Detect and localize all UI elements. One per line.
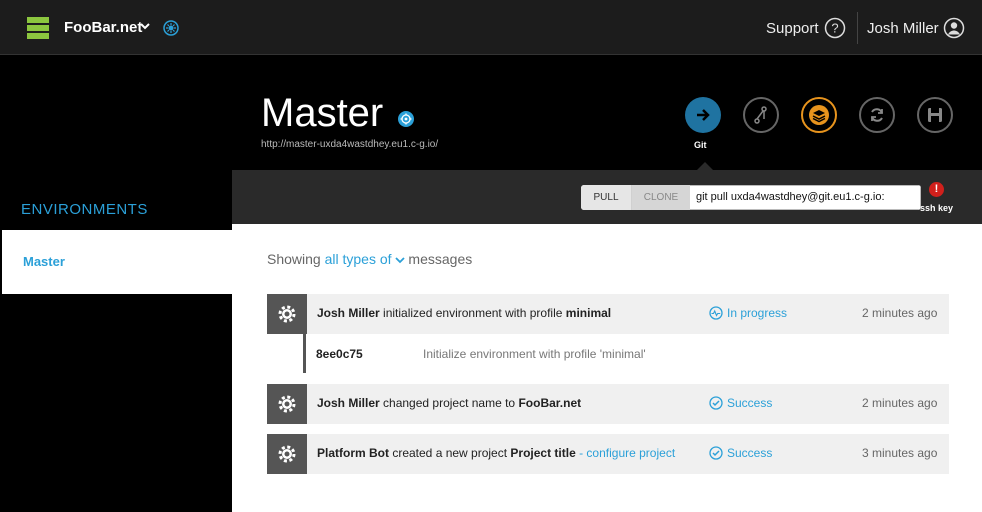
activity-filter: Showing all types of messages: [267, 251, 472, 267]
divider: [857, 12, 858, 44]
commit-row[interactable]: 8ee0c75 Initialize environment with prof…: [303, 334, 949, 373]
status-badge[interactable]: Success: [709, 396, 772, 410]
timestamp: 3 minutes ago: [862, 446, 938, 460]
list-item[interactable]: Platform Bot created a new project Proje…: [267, 434, 949, 474]
activity-actor: Josh Miller: [317, 396, 380, 410]
layers-icon: [809, 105, 829, 125]
git-button[interactable]: [685, 97, 721, 133]
page-title: Master: [261, 91, 384, 135]
save-icon: [928, 108, 942, 122]
environment-url[interactable]: http://master-uxda4wastdhey.eu1.c-g.io/: [261, 139, 438, 150]
activity-text: Josh Miller changed project name to FooB…: [317, 396, 581, 410]
activity-action: changed project name to: [379, 396, 519, 410]
ssh-key-link[interactable]: ssh key: [920, 203, 953, 213]
activity-icon: [267, 294, 307, 334]
timestamp: 2 minutes ago: [862, 396, 938, 410]
sidebar-item-master[interactable]: Master: [2, 230, 232, 294]
activity-object: minimal: [565, 306, 612, 320]
showing-prefix: Showing: [267, 251, 321, 267]
activity-text: Josh Miller initialized environment with…: [317, 306, 611, 320]
help-icon[interactable]: ?: [824, 17, 846, 39]
check-circle-icon: [709, 396, 723, 410]
pulse-icon: [709, 306, 723, 320]
configure-project-link[interactable]: - configure project: [576, 446, 675, 460]
activity-action: created a new project: [389, 446, 511, 460]
chevron-down-icon[interactable]: [139, 20, 151, 32]
tab-pull[interactable]: PULL: [581, 185, 632, 210]
tab-pointer: [697, 162, 713, 170]
branch-icon: [754, 106, 767, 124]
branch-button[interactable]: [743, 97, 779, 133]
list-item[interactable]: Josh Miller changed project name to FooB…: [267, 384, 949, 424]
activity-icon: [267, 384, 307, 424]
svg-text:?: ?: [831, 21, 838, 36]
gear-icon: [278, 305, 296, 323]
support-link[interactable]: Support: [766, 20, 819, 37]
tab-clone[interactable]: CLONE: [632, 185, 690, 210]
sidebar-item-label: Master: [23, 254, 65, 269]
filter-label: all types of: [324, 251, 392, 267]
layers-button[interactable]: [801, 97, 837, 133]
save-button[interactable]: [917, 97, 953, 133]
status-text: In progress: [727, 306, 788, 320]
environment-header: Master http://master-uxda4wastdhey.eu1.c…: [232, 55, 982, 170]
activity-actor: Platform Bot: [317, 446, 389, 460]
sidebar: ENVIRONMENTS Master: [0, 55, 232, 512]
sync-button[interactable]: [859, 97, 895, 133]
commit-hash[interactable]: 8ee0c75: [316, 347, 363, 361]
alert-mark: !: [934, 183, 939, 195]
git-command-field[interactable]: git pull uxda4wastdhey@git.eu1.c-g.io:: [690, 185, 921, 210]
showing-suffix: messages: [408, 251, 473, 267]
user-name[interactable]: Josh Miller: [867, 20, 939, 37]
status-text: Success: [727, 396, 773, 410]
check-circle-icon: [709, 446, 723, 460]
activity-feed: Showing all types of messages Josh Mille…: [232, 224, 982, 512]
activity-text: Platform Bot created a new project Proje…: [317, 446, 675, 460]
status-text: Success: [727, 446, 773, 460]
gear-icon: [278, 395, 296, 413]
list-item[interactable]: Josh Miller initialized environment with…: [267, 294, 949, 334]
environments-heading: ENVIRONMENTS: [21, 201, 148, 218]
activity-object: FooBar.net: [518, 396, 582, 410]
activity-actor: Josh Miller: [317, 306, 380, 320]
sync-icon: [871, 108, 883, 122]
chevron-down-icon: [394, 257, 405, 264]
top-bar: FooBar.net Support ? Josh Miller: [0, 0, 982, 55]
git-label: Git: [694, 140, 707, 150]
message-type-filter[interactable]: all types of: [325, 251, 405, 267]
gear-icon: [278, 445, 296, 463]
activity-object: Project title: [510, 446, 576, 460]
project-name[interactable]: FooBar.net: [64, 19, 142, 36]
status-badge[interactable]: In progress: [709, 306, 787, 320]
commit-message: Initialize environment with profile 'min…: [423, 347, 646, 361]
timestamp: 2 minutes ago: [862, 306, 938, 320]
git-bar: PULL CLONE git pull uxda4wastdhey@git.eu…: [232, 170, 982, 224]
activity-icon: [267, 434, 307, 474]
logo-icon[interactable]: [27, 17, 49, 39]
gear-icon[interactable]: [397, 110, 415, 128]
activity-action: initialized environment with profile: [379, 306, 566, 320]
user-icon[interactable]: [943, 17, 965, 39]
git-url-box: PULL CLONE git pull uxda4wastdhey@git.eu…: [581, 185, 921, 210]
status-badge[interactable]: Success: [709, 446, 772, 460]
arrow-right-icon: [697, 109, 710, 121]
alert-icon[interactable]: !: [929, 182, 944, 197]
gear-icon[interactable]: [163, 20, 179, 36]
